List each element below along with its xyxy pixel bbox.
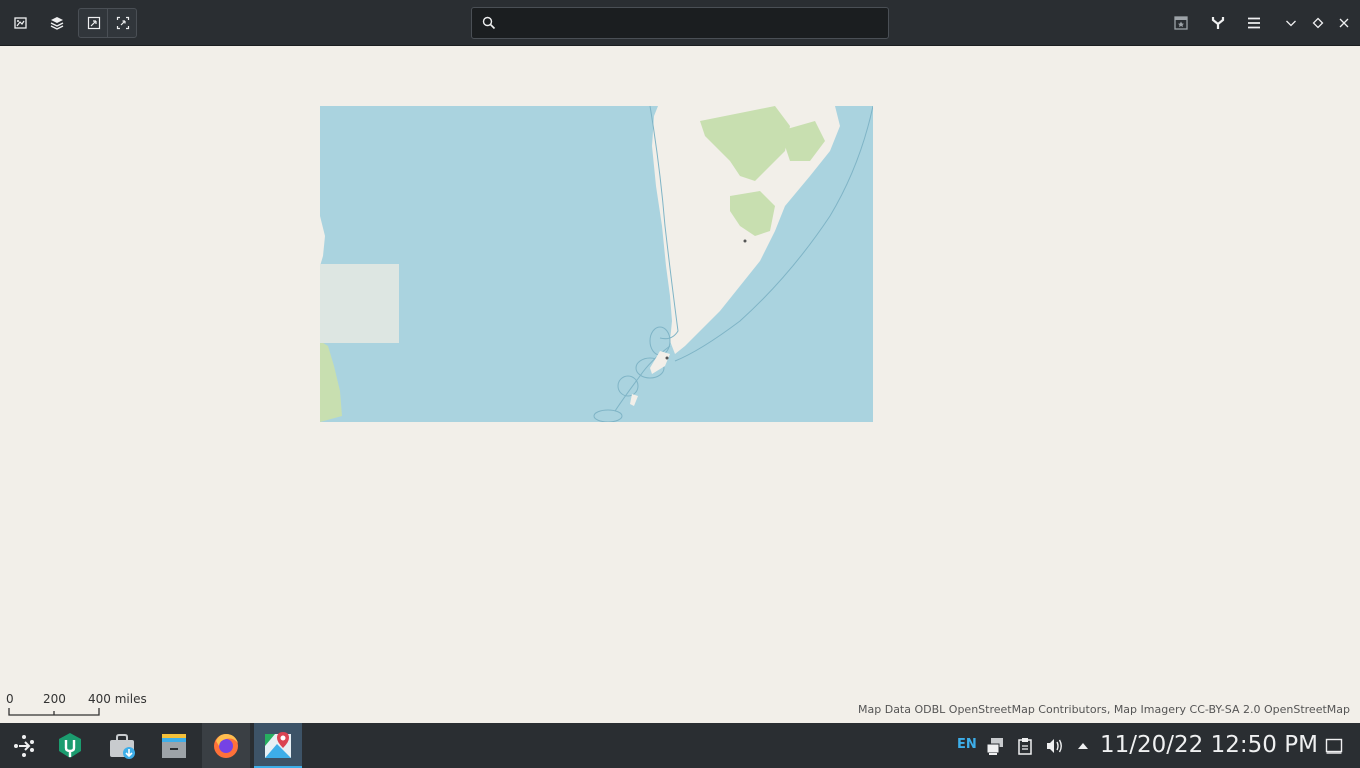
minimize-icon <box>1286 20 1296 27</box>
marble-app-window: 0 200 400 miles Map Data ODBL OpenStreet… <box>0 0 1360 768</box>
city-marker <box>665 356 669 360</box>
bookmark-button[interactable] <box>1166 8 1196 38</box>
show-desktop-button[interactable] <box>1323 735 1345 757</box>
file-manager-icon <box>162 733 186 758</box>
scale-label-0: 0 <box>6 692 14 706</box>
layers-icon <box>50 17 64 30</box>
clipboard-tray-button[interactable] <box>1014 735 1036 757</box>
hamburger-menu-icon <box>1248 17 1260 29</box>
scale-label-400: 400 miles <box>88 692 147 706</box>
zoom-out-fit-button[interactable] <box>79 9 108 37</box>
firefox-icon <box>214 733 238 758</box>
header-toolbar <box>0 0 1360 46</box>
minimize-button[interactable] <box>1277 8 1305 38</box>
maximize-icon <box>1312 17 1324 29</box>
zoom-in-fit-button[interactable] <box>108 9 137 37</box>
routing-button[interactable] <box>1203 8 1233 38</box>
zoom-button-group <box>78 8 137 38</box>
discover-icon <box>59 732 81 758</box>
zoom-out-fit-icon <box>87 16 100 30</box>
application-launcher-icon <box>14 734 34 757</box>
map-attribution: Map Data ODBL OpenStreetMap Contributors… <box>858 703 1350 716</box>
bookmark-icon <box>1174 16 1188 30</box>
search-box[interactable] <box>471 7 889 39</box>
city-marker <box>743 239 747 243</box>
volume-icon <box>1047 739 1062 753</box>
routing-icon <box>1211 17 1225 29</box>
maximize-button[interactable] <box>1304 8 1332 38</box>
file-manager-task-button[interactable] <box>150 723 198 768</box>
clipboard-icon <box>1018 738 1032 755</box>
layers-button[interactable] <box>42 8 72 38</box>
volume-tray-button[interactable] <box>1043 735 1065 757</box>
network-icon <box>986 738 1003 755</box>
network-tray-button[interactable] <box>984 735 1006 757</box>
map-view[interactable]: 0 200 400 miles Map Data ODBL OpenStreet… <box>0 47 1360 723</box>
search-icon <box>482 16 496 30</box>
show-panels-button[interactable] <box>6 8 36 38</box>
scale-bar: 0 200 400 miles <box>6 692 166 722</box>
store-task-button[interactable] <box>98 723 146 768</box>
zoom-in-fit-icon <box>116 16 129 30</box>
maps-app-icon <box>265 731 291 758</box>
digital-clock[interactable]: 11/20/22 12:50 PM <box>1100 732 1318 758</box>
scale-label-200: 200 <box>43 692 66 706</box>
store-icon <box>110 733 135 759</box>
loading-tile <box>320 264 399 343</box>
show-panels-icon <box>14 17 27 29</box>
maps-app-task-button[interactable] <box>254 723 302 768</box>
keyboard-layout-indicator[interactable]: EN <box>957 737 977 752</box>
hamburger-menu-button[interactable] <box>1239 8 1269 38</box>
search-input[interactable] <box>504 12 882 34</box>
show-hidden-icons-button[interactable] <box>1072 735 1094 757</box>
map-tile[interactable] <box>320 106 873 422</box>
chevron-up-icon <box>1078 743 1088 749</box>
close-icon <box>1339 18 1349 28</box>
firefox-task-button[interactable] <box>202 723 250 768</box>
close-button[interactable] <box>1330 8 1358 38</box>
application-launcher-button[interactable] <box>0 723 48 768</box>
scale-ruler <box>8 708 100 716</box>
show-desktop-icon <box>1325 738 1343 754</box>
discover-task-button[interactable] <box>46 723 94 768</box>
taskbar: EN 11/20/22 12:50 PM <box>0 723 1360 768</box>
